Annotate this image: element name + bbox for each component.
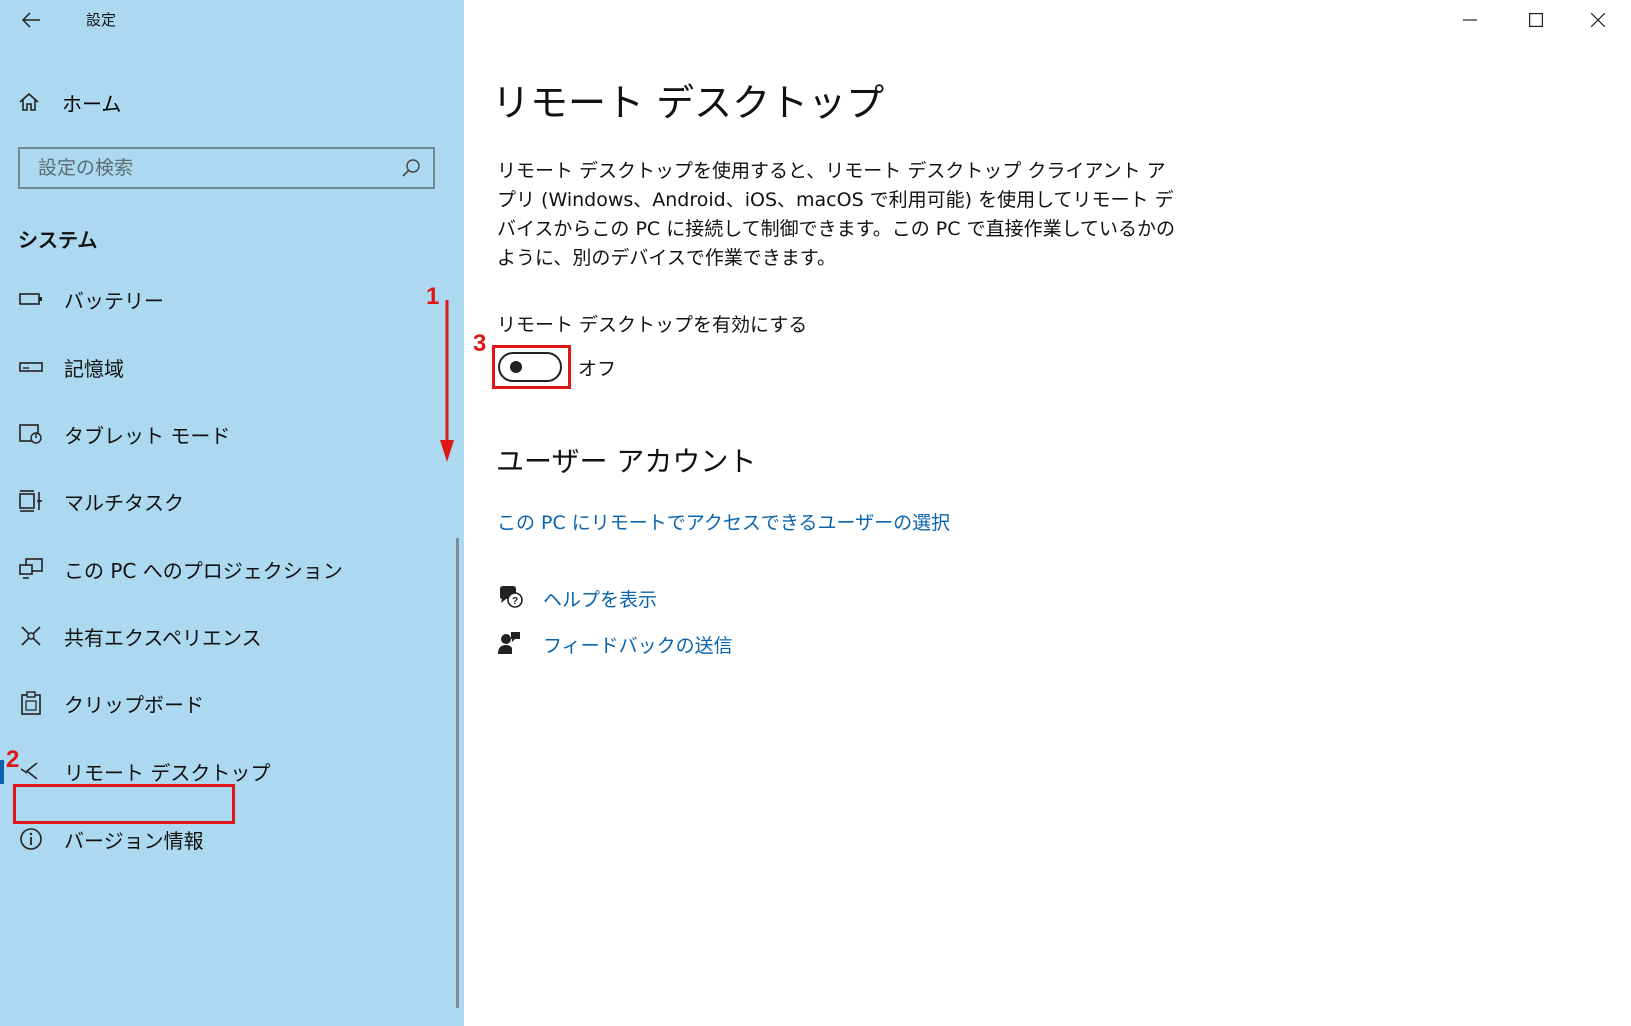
sidebar-item-multitasking[interactable]: マルチタスク: [18, 482, 418, 520]
battery-icon: [18, 286, 44, 312]
nav-home[interactable]: ホーム: [18, 86, 121, 118]
toggle-state-text: オフ: [578, 358, 617, 380]
info-icon: [18, 826, 44, 852]
clipboard-icon: [18, 690, 44, 716]
sidebar-item-about[interactable]: バージョン情報: [18, 820, 418, 858]
sidebar-item-label: バッテリー: [64, 288, 164, 313]
annotation-scroll-arrow-icon: [440, 300, 454, 462]
remote-desktop-icon: [18, 758, 44, 784]
sidebar-item-clipboard[interactable]: クリップボード: [18, 684, 418, 722]
section-title: システム: [18, 228, 98, 252]
storage-icon: [18, 354, 44, 380]
sidebar-item-label: この PC へのプロジェクション: [64, 558, 343, 583]
help-link[interactable]: ヘルプを表示: [543, 585, 657, 612]
settings-window: 設定 ホーム システム バッテリー: [0, 0, 1631, 1026]
search-icon[interactable]: [401, 158, 421, 178]
sidebar-item-shared-experiences[interactable]: 共有エクスペリエンス: [18, 617, 418, 655]
sidebar-item-projection[interactable]: この PC へのプロジェクション: [18, 550, 418, 588]
remote-desktop-toggle-label: リモート デスクトップを有効にする: [497, 314, 808, 336]
annotation-step-3: 3: [473, 330, 487, 357]
sidebar-item-label: タブレット モード: [64, 423, 231, 448]
sidebar-item-label: クリップボード: [64, 692, 204, 717]
search-input[interactable]: [36, 148, 401, 188]
projection-icon: [18, 556, 44, 582]
shared-experiences-icon: [18, 623, 44, 649]
home-icon: [19, 92, 39, 111]
sidebar-item-storage[interactable]: 記憶域: [18, 348, 418, 386]
back-arrow-icon: [21, 12, 40, 28]
home-label: ホーム: [62, 91, 122, 116]
feedback-icon: [498, 632, 520, 654]
sidebar-item-label: 共有エクスペリエンス: [64, 625, 262, 650]
sidebar-item-label: マルチタスク: [64, 490, 184, 515]
maximize-icon: [1529, 13, 1543, 27]
svg-text:?: ?: [512, 596, 518, 607]
sidebar: 設定 ホーム システム バッテリー: [0, 0, 464, 1026]
user-accounts-heading: ユーザー アカウント: [496, 445, 757, 478]
sidebar-item-battery[interactable]: バッテリー: [18, 280, 418, 318]
page-description: リモート デスクトップを使用すると、リモート デスクトップ クライアント アプリ…: [497, 160, 1175, 269]
app-title: 設定: [86, 11, 117, 29]
sidebar-item-tablet-mode[interactable]: タブレット モード: [18, 415, 418, 453]
remote-desktop-toggle[interactable]: [498, 352, 562, 382]
maximize-button[interactable]: [1503, 0, 1569, 40]
minimize-icon: [1463, 19, 1477, 21]
select-users-link[interactable]: この PC にリモートでアクセスできるユーザーの選択: [497, 508, 950, 535]
multitasking-icon: [18, 488, 44, 514]
sidebar-item-label: リモート デスクトップ: [64, 760, 271, 785]
close-icon: [1591, 13, 1605, 27]
sidebar-scrollbar[interactable]: [456, 538, 459, 1008]
tablet-mode-icon: [18, 421, 44, 447]
page-title: リモート デスクトップ: [492, 81, 885, 125]
minimize-button[interactable]: [1437, 0, 1503, 40]
help-icon: ?: [500, 586, 523, 608]
close-button[interactable]: [1565, 0, 1631, 40]
feedback-link[interactable]: フィードバックの送信: [543, 631, 733, 658]
annotation-highlight-remote-desktop: [13, 784, 235, 824]
search-box[interactable]: [18, 147, 435, 189]
toggle-knob: [510, 361, 522, 373]
sidebar-item-label: 記憶域: [64, 356, 124, 381]
back-button[interactable]: [14, 6, 48, 34]
annotation-step-2: 2: [6, 746, 20, 773]
sidebar-item-label: バージョン情報: [64, 828, 204, 853]
